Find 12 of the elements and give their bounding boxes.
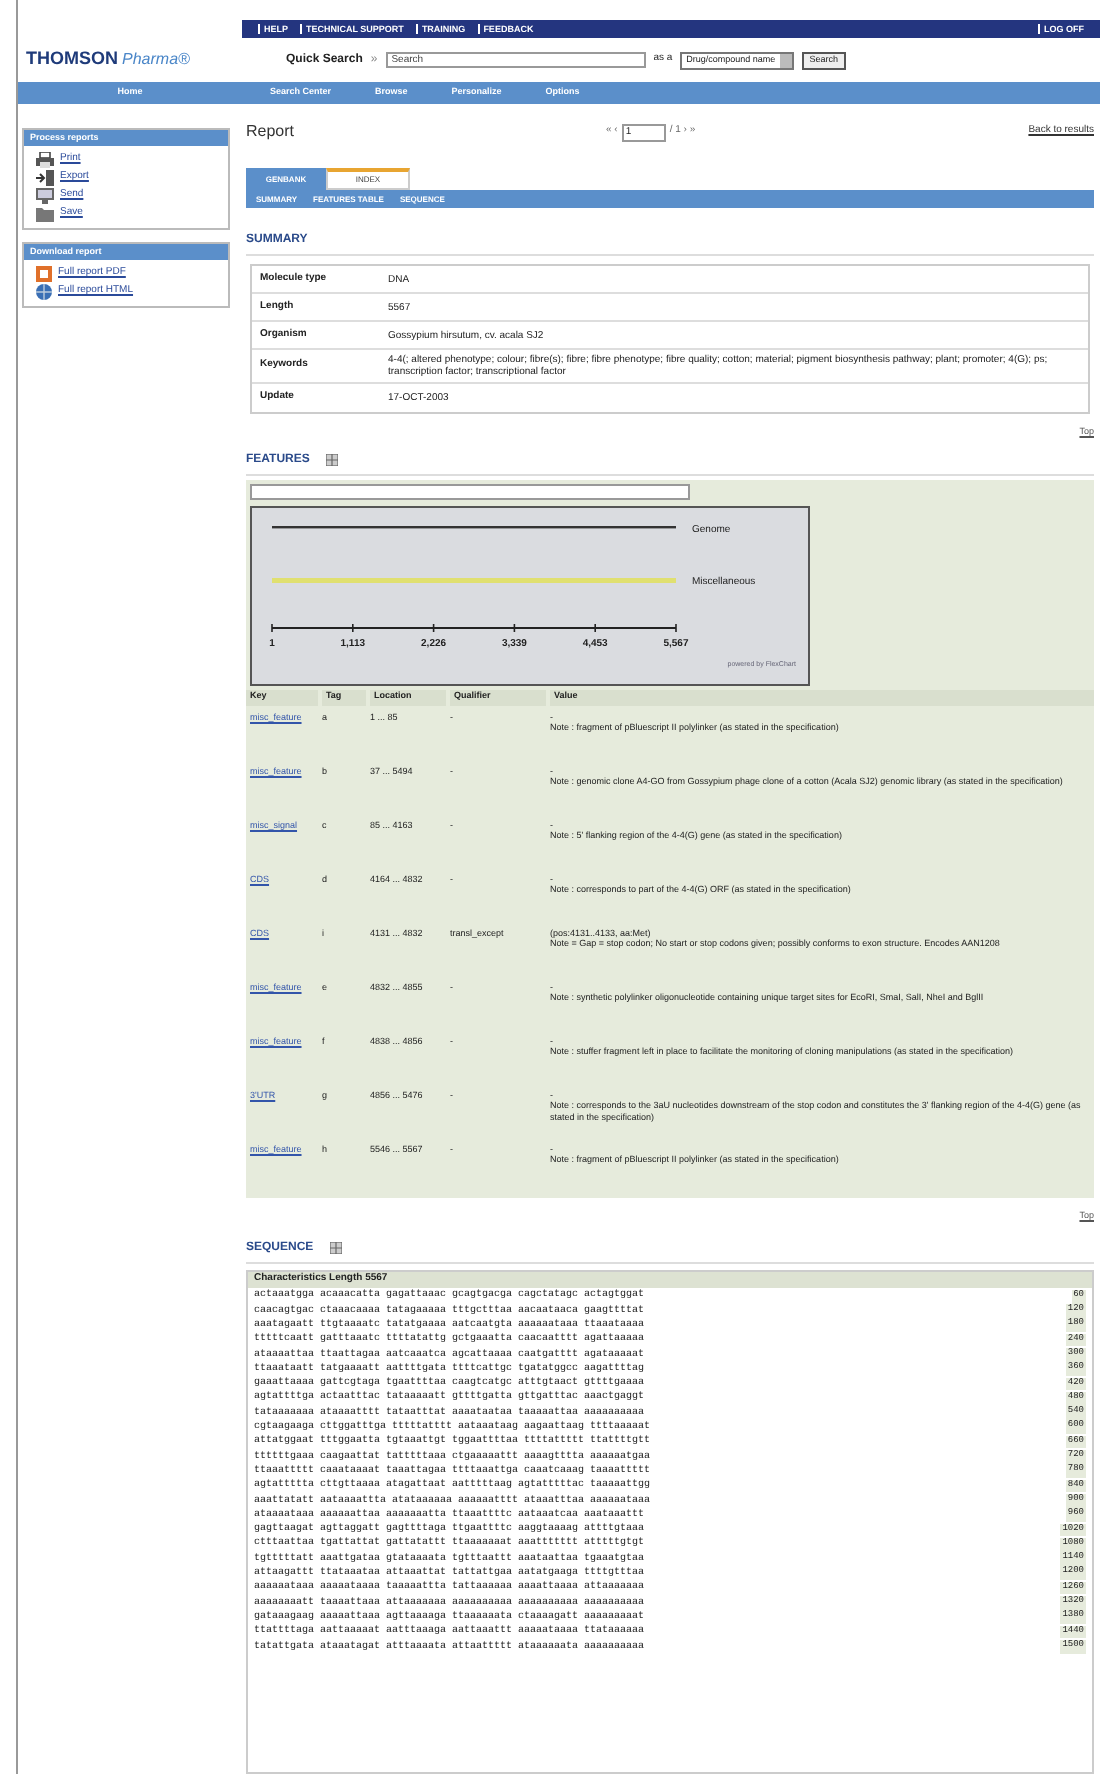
- printer-icon: [36, 152, 54, 168]
- document-icon: [36, 266, 52, 282]
- filter-field[interactable]: [250, 483, 690, 500]
- screen-icon: [36, 188, 54, 204]
- grid-icon[interactable]: [329, 1242, 342, 1254]
- folder-icon: [36, 206, 54, 222]
- brand-product: Pharma®: [122, 47, 190, 71]
- brand-logo: THOMSON: [26, 45, 118, 72]
- export-icon: [36, 170, 54, 186]
- grid-icon[interactable]: [325, 454, 338, 467]
- page-title: Report: [246, 120, 297, 144]
- globe-icon: [36, 284, 52, 300]
